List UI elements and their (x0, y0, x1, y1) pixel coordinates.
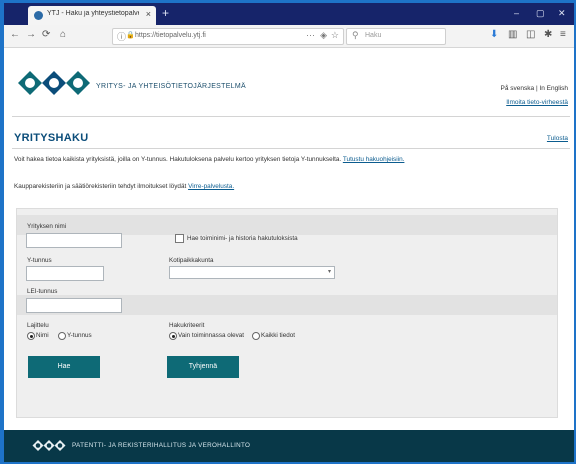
browser-tab[interactable]: YTJ - Haku ja yhteystietopalvelu × (28, 6, 156, 25)
back-icon[interactable]: ← (10, 29, 20, 41)
business-id-input[interactable] (26, 266, 104, 281)
criteria-label: Hakukriteerit (169, 322, 205, 329)
report-error-link[interactable]: Ilmoita tieto-virheestä (506, 99, 568, 106)
browser-nav-bar: ← → ⟳ ⌂ ⓘ 🔒 https://tietopalvelu.ytj.fi … (4, 25, 574, 48)
company-name-input[interactable] (26, 233, 122, 248)
lock-icon: 🔒 (126, 32, 135, 39)
history-checkbox[interactable] (175, 234, 184, 243)
municipality-label: Kotipaikkakunta (169, 257, 214, 264)
new-tab-button[interactable]: + (162, 6, 169, 20)
divider (12, 116, 570, 117)
search-placeholder: Haku (365, 32, 382, 39)
active-only-radio[interactable] (169, 332, 177, 340)
search-button[interactable]: Hae (28, 356, 100, 378)
site-info-icon: ⓘ (117, 32, 127, 42)
lei-label: LEI-tunnus (27, 288, 58, 295)
bookmark-star-icon[interactable]: ☆ (331, 30, 339, 41)
page-footer: PATENTTI- JA REKISTERIHALLITUS JA VEROHA… (4, 430, 574, 462)
home-icon[interactable]: ⌂ (60, 29, 66, 41)
brand-name: YRITYS- JA YHTEISÖTIETOJÄRJESTELMÄ (96, 83, 246, 90)
clear-button[interactable]: Tyhjennä (167, 356, 239, 378)
favicon-icon (34, 11, 43, 20)
page-title: YRITYSHAKU (14, 132, 89, 144)
intro-text: Voit hakea tietoa kaikista yrityksistä, … (14, 156, 342, 163)
minimize-icon[interactable]: – (514, 8, 519, 18)
sort-id-radio[interactable] (58, 332, 66, 340)
page-content: YRITYS- JA YHTEISÖTIETOJÄRJESTELMÄ På sv… (4, 48, 574, 462)
library-icon[interactable]: ▥ (508, 29, 517, 41)
business-id-label: Y-tunnus (27, 257, 52, 264)
sort-label: Lajittelu (27, 322, 49, 329)
close-window-icon[interactable]: ✕ (558, 8, 566, 19)
ytj-logo-icon (18, 71, 90, 95)
browser-tab-bar: YTJ - Haku ja yhteystietopalvelu × + – ▢… (4, 3, 574, 25)
sort-id-label: Y-tunnus (67, 332, 92, 339)
reload-icon[interactable]: ⟳ (42, 29, 50, 41)
tab-close-icon[interactable]: × (146, 9, 151, 19)
language-links[interactable]: På svenska | In English (501, 85, 568, 92)
browser-search-box[interactable]: ⚲ Haku (346, 28, 446, 45)
history-checkbox-label: Hae toiminimi- ja historia hakutuloksist… (187, 235, 298, 242)
company-name-label: Yrityksen nimi (27, 223, 67, 230)
virre-link[interactable]: Virre-palvelusta. (188, 183, 234, 190)
search-form: Yrityksen nimi Hae toiminimi- ja histori… (16, 208, 558, 418)
download-icon[interactable]: ⬇ (490, 29, 498, 41)
intro-paragraph: Voit hakea tietoa kaikista yrityksistä, … (14, 156, 554, 164)
municipality-select[interactable]: ▾ (169, 266, 335, 279)
maximize-icon[interactable]: ▢ (536, 8, 545, 19)
extension-icon[interactable]: ✱ (544, 29, 552, 41)
trade-register-paragraph: Kaupparekisteriin ja säätiörekisteriin t… (14, 183, 234, 190)
all-data-radio[interactable] (252, 332, 260, 340)
footer-text: PATENTTI- JA REKISTERIHALLITUS JA VEROHA… (72, 442, 251, 449)
sort-name-label: Nimi (36, 332, 49, 339)
trade-register-text: Kaupparekisteriin ja säätiörekisteriin t… (14, 183, 187, 190)
all-data-label: Kaikki tiedot (261, 332, 295, 339)
pocket-icon[interactable]: ◈ (320, 30, 327, 41)
active-only-label: Vain toiminnassa olevat (178, 332, 245, 339)
hamburger-menu-icon[interactable]: ≡ (560, 29, 566, 41)
divider (12, 148, 570, 149)
tab-title: YTJ - Haku ja yhteystietopalvelu (47, 10, 139, 17)
address-bar[interactable]: ⓘ 🔒 https://tietopalvelu.ytj.fi ··· ◈ ☆ (112, 28, 344, 45)
sort-name-radio[interactable] (27, 332, 35, 340)
print-link[interactable]: Tulosta (547, 135, 568, 142)
search-icon: ⚲ (352, 30, 359, 40)
browser-window: YTJ - Haku ja yhteystietopalvelu × + – ▢… (4, 3, 574, 462)
page-actions-icon[interactable]: ··· (306, 30, 315, 40)
url-text: https://tietopalvelu.ytj.fi (135, 32, 206, 39)
forward-icon[interactable]: → (26, 29, 36, 41)
help-instructions-link[interactable]: Tutustu hakuohjeisiin. (343, 156, 405, 163)
sidebar-icon[interactable]: ◫ (526, 29, 535, 41)
chevron-down-icon: ▾ (327, 269, 331, 275)
lei-input[interactable] (26, 298, 122, 313)
form-band (17, 215, 557, 235)
footer-logo-icon (32, 440, 66, 451)
